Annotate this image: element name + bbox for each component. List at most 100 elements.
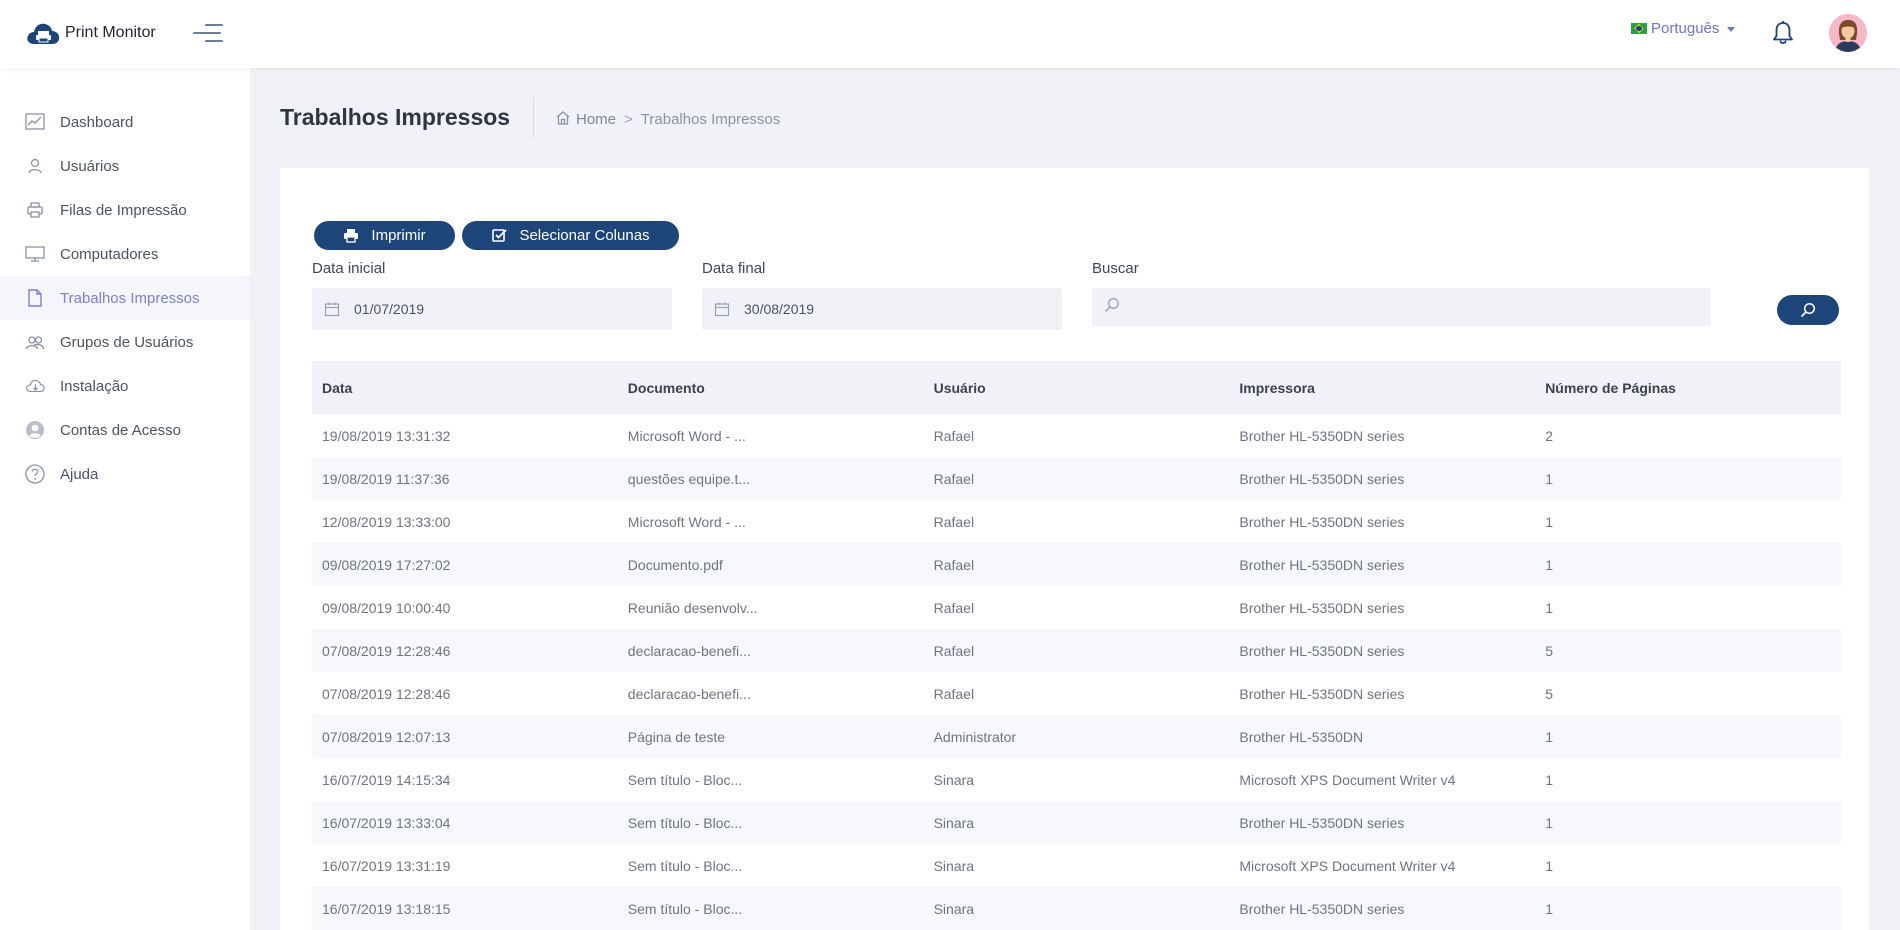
cell-impressora: Brother HL-5350DN series: [1239, 513, 1405, 530]
table-row[interactable]: 19/08/2019 13:31:32 Microsoft Word - ...…: [312, 414, 1841, 457]
cell-usuario: Rafael: [933, 513, 975, 530]
cell-documento: Microsoft Word - ...: [627, 427, 746, 444]
search-button[interactable]: [1777, 295, 1839, 325]
menu-line: [193, 32, 221, 34]
breadcrumb-home-link[interactable]: Home: [576, 111, 616, 128]
search-icon: [1104, 297, 1120, 318]
table-row[interactable]: 09/08/2019 17:27:02 Documento.pdf Rafael…: [312, 543, 1841, 586]
users-group-icon: [25, 332, 45, 352]
start-date-value: 01/07/2019: [354, 301, 425, 317]
table-row[interactable]: 07/08/2019 12:28:46 declaracao-benefi...…: [312, 629, 1841, 672]
cell-data: 16/07/2019 13:31:19: [322, 857, 451, 874]
sidebar-item-label: Grupos de Usuários: [60, 333, 194, 351]
column-header-documento[interactable]: Documento: [618, 380, 924, 396]
breadcrumb-current: Trabalhos Impressos: [640, 111, 781, 128]
user-icon: [25, 156, 45, 176]
table-row[interactable]: 16/07/2019 13:33:04 Sem título - Bloc...…: [312, 801, 1841, 844]
cell-impressora: Microsoft XPS Document Writer v4: [1239, 771, 1456, 788]
calendar-icon: [324, 301, 340, 317]
table-row[interactable]: 07/08/2019 12:07:13 Página de teste Admi…: [312, 715, 1841, 758]
table-row[interactable]: 12/08/2019 13:33:00 Microsoft Word - ...…: [312, 500, 1841, 543]
cell-data: 16/07/2019 13:18:15: [322, 900, 451, 917]
cell-data: 16/07/2019 14:15:34: [322, 771, 451, 788]
language-selector[interactable]: Português: [1631, 20, 1736, 37]
checkbox-checked-icon: [491, 228, 507, 244]
column-header-numero-de-paginas[interactable]: Número de Páginas: [1535, 380, 1841, 396]
cell-data: 07/08/2019 12:28:46: [322, 642, 451, 659]
sidebar-item-label: Contas de Acesso: [60, 421, 181, 439]
brazil-flag-icon: [1631, 23, 1647, 34]
cell-paginas: 1: [1545, 857, 1553, 874]
sidebar-nav: Dashboard Usuários Filas de Impressão Co…: [0, 68, 250, 496]
sidebar-item-instalacao[interactable]: Instalação: [0, 364, 250, 408]
print-button[interactable]: Imprimir: [314, 221, 455, 250]
cell-paginas: 1: [1545, 556, 1553, 573]
cell-usuario: Rafael: [933, 599, 975, 616]
account-circle-icon: [25, 420, 45, 440]
sidebar-item-label: Trabalhos Impressos: [60, 289, 200, 307]
sidebar-item-grupos-de-usuarios[interactable]: Grupos de Usuários: [0, 320, 250, 364]
cell-impressora: Brother HL-5350DN series: [1239, 814, 1405, 831]
cloud-printer-icon: [25, 20, 61, 46]
sidebar-item-trabalhos-impressos[interactable]: Trabalhos Impressos: [0, 276, 250, 320]
cell-paginas: 5: [1545, 642, 1553, 659]
table-row[interactable]: 16/07/2019 13:18:15 Sem título - Bloc...…: [312, 887, 1841, 930]
end-date-value: 30/08/2019: [744, 301, 815, 317]
search-field[interactable]: [1092, 288, 1711, 326]
cell-data: 09/08/2019 10:00:40: [322, 599, 451, 616]
select-columns-button[interactable]: Selecionar Colunas: [462, 221, 679, 250]
table-header: Data Documento Usuário Impressora Número…: [312, 361, 1841, 414]
cell-impressora: Brother HL-5350DN: [1239, 728, 1364, 745]
end-date-input[interactable]: 30/08/2019: [702, 288, 1062, 330]
printer-icon: [343, 228, 359, 244]
search-input[interactable]: [1130, 299, 1690, 315]
start-date-input[interactable]: 01/07/2019: [312, 288, 672, 330]
table-row[interactable]: 19/08/2019 11:37:36 questões equipe.t...…: [312, 457, 1841, 500]
sidebar-item-contas-de-acesso[interactable]: Contas de Acesso: [0, 408, 250, 452]
sidebar-item-dashboard[interactable]: Dashboard: [0, 100, 250, 144]
sidebar-item-label: Instalação: [60, 377, 129, 395]
bell-icon: [1773, 21, 1793, 44]
cell-paginas: 1: [1545, 513, 1553, 530]
language-label: Português: [1651, 20, 1720, 37]
chart-line-icon: [25, 112, 45, 132]
cell-documento: Sem título - Bloc...: [627, 814, 743, 831]
cell-usuario: Rafael: [933, 685, 975, 702]
cell-usuario: Administrator: [933, 728, 1017, 745]
logo[interactable]: Print Monitor: [25, 20, 156, 46]
table-row[interactable]: 16/07/2019 13:31:19 Sem título - Bloc...…: [312, 844, 1841, 887]
cell-impressora: Brother HL-5350DN series: [1239, 642, 1405, 659]
column-header-usuario[interactable]: Usuário: [924, 380, 1230, 396]
sidebar-item-filas-de-impressao[interactable]: Filas de Impressão: [0, 188, 250, 232]
cell-documento: Reunião desenvolv...: [627, 599, 758, 616]
cell-documento: Sem título - Bloc...: [627, 900, 743, 917]
sidebar-item-label: Ajuda: [60, 465, 99, 483]
sidebar-item-usuarios[interactable]: Usuários: [0, 144, 250, 188]
cell-data: 19/08/2019 13:31:32: [322, 427, 451, 444]
cell-usuario: Rafael: [933, 427, 975, 444]
column-header-impressora[interactable]: Impressora: [1229, 380, 1535, 396]
search-icon: [1800, 302, 1816, 318]
cell-documento: Microsoft Word - ...: [627, 513, 746, 530]
help-icon: [25, 464, 45, 484]
cell-data: 07/08/2019 12:07:13: [322, 728, 451, 745]
start-date-label: Data inicial: [312, 260, 386, 277]
cell-usuario: Rafael: [933, 556, 975, 573]
table-row[interactable]: 07/08/2019 12:28:46 declaracao-benefi...…: [312, 672, 1841, 715]
top-bar: Print Monitor Português: [0, 0, 1900, 68]
column-header-data[interactable]: Data: [312, 380, 618, 396]
table-row[interactable]: 09/08/2019 10:00:40 Reunião desenvolv...…: [312, 586, 1841, 629]
notifications-button[interactable]: [1771, 20, 1795, 46]
sidebar-item-label: Filas de Impressão: [60, 201, 187, 219]
sidebar-item-ajuda[interactable]: Ajuda: [0, 452, 250, 496]
table-row[interactable]: 16/07/2019 14:15:34 Sem título - Bloc...…: [312, 758, 1841, 801]
print-jobs-table: Data Documento Usuário Impressora Número…: [312, 361, 1841, 930]
app-name: Print Monitor: [65, 24, 156, 41]
user-avatar[interactable]: [1829, 14, 1867, 52]
print-button-label: Imprimir: [371, 227, 426, 244]
menu-toggle-button[interactable]: [193, 24, 223, 44]
cell-paginas: 1: [1545, 599, 1553, 616]
sidebar-item-label: Usuários: [60, 157, 120, 175]
breadcrumb: Home > Trabalhos Impressos: [555, 110, 780, 129]
sidebar-item-computadores[interactable]: Computadores: [0, 232, 250, 276]
